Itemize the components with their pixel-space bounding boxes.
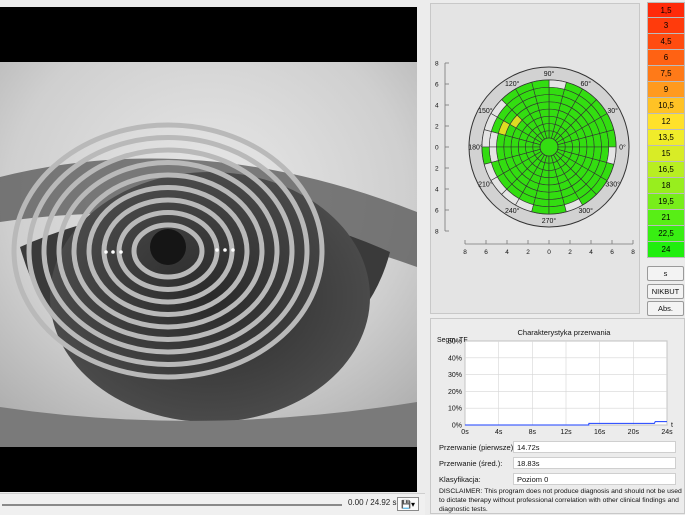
legend-item: 3 <box>647 18 685 34</box>
polar-angle-label: 90° <box>544 70 555 78</box>
polar-y-tick: 4 <box>435 103 439 110</box>
polar-angle-label: 240° <box>505 207 520 215</box>
polar-x-tick: 2 <box>568 249 572 256</box>
polar-x-tick: 6 <box>610 249 614 256</box>
polar-angle-label: 180° <box>468 144 483 152</box>
playback-bar: 0.00 / 24.92 s 💾▾ <box>0 493 425 515</box>
chart-x-tick: 4s <box>495 429 503 436</box>
chart-x-tick: 24s <box>661 429 673 436</box>
polar-y-tick: 4 <box>435 187 439 194</box>
polar-y-tick: 0 <box>435 145 439 152</box>
polar-angle-label: 0° <box>619 144 626 152</box>
polar-cell <box>510 136 520 148</box>
polar-angle-label: 330° <box>605 180 620 188</box>
polar-angle-label: 30° <box>607 107 618 115</box>
legend-item: 19,5 <box>647 194 685 210</box>
legend-item: 15 <box>647 146 685 162</box>
legend-item: 7,5 <box>647 66 685 82</box>
legend-item: 10,5 <box>647 98 685 114</box>
seek-slider[interactable] <box>2 504 342 506</box>
chart-x-tick: 16s <box>594 429 606 436</box>
color-legend: 1,5 3 4,5 6 7,5 9 10,5 12 13,5 15 16,5 18 19,5 21 22,5… <box>647 2 685 258</box>
polar-angle-label: 210° <box>478 180 493 188</box>
legend-item: 1,5 <box>647 2 685 18</box>
polar-angle-label: 150° <box>478 107 493 115</box>
chart-t-label: t <box>671 422 673 429</box>
legend-item: 6 <box>647 50 685 66</box>
polar-x-tick: 4 <box>505 249 509 256</box>
legend-item: 16,5 <box>647 162 685 178</box>
legend-item: 4,5 <box>647 34 685 50</box>
avg-breakup-label: Przerwanie (śred.): <box>439 459 503 468</box>
first-breakup-label: Przerwanie (pierwsze): <box>439 443 516 452</box>
polar-cell <box>578 146 588 158</box>
save-button[interactable]: 💾▾ <box>397 497 419 511</box>
polar-y-tick: 2 <box>435 124 439 131</box>
polar-y-tick: 6 <box>435 208 439 215</box>
nikbut-button[interactable]: NIKBUT <box>647 284 684 299</box>
polar-x-tick: 8 <box>463 249 467 256</box>
polar-y-tick: 8 <box>435 229 439 236</box>
chart-y-tick: 50% <box>448 339 462 346</box>
polar-map: 8 6 4 2 0 2 4 6 8 8 6 4 2 0 2 4 6 8 0° 30° 60° 90° 120° 150° 18… <box>435 61 635 257</box>
polar-y-tick: 8 <box>435 61 439 68</box>
polar-angle-label: 270° <box>542 217 557 225</box>
polar-angle-label: 120° <box>505 80 520 88</box>
chart-y-tick: 10% <box>448 406 462 413</box>
abs-button[interactable]: Abs. <box>647 301 684 316</box>
polar-y-tick: 6 <box>435 82 439 89</box>
breakup-chart: Charakterystyka przerwania Segm. TF t 50… <box>437 328 673 436</box>
chart-x-tick: 0s <box>461 429 469 436</box>
video-frame <box>0 7 417 492</box>
chart-y-tick: 20% <box>448 389 462 396</box>
legend-item: 12 <box>647 114 685 130</box>
time-display: 0.00 / 24.92 s <box>348 498 397 507</box>
polar-x-tick: 4 <box>589 249 593 256</box>
legend-item: 13,5 <box>647 130 685 146</box>
legend-item: 9 <box>647 82 685 98</box>
polar-angle-label: 60° <box>580 80 591 88</box>
polar-angle-label: 300° <box>579 207 594 215</box>
first-breakup-field[interactable]: 14.72s <box>513 441 676 453</box>
polar-x-tick: 6 <box>484 249 488 256</box>
legend-item: 24 <box>647 242 685 258</box>
legend-item: 22,5 <box>647 226 685 242</box>
polar-cell <box>548 108 560 118</box>
legend-item: 18 <box>647 178 685 194</box>
polar-x-tick: 0 <box>547 249 551 256</box>
s-button[interactable]: s <box>647 266 684 281</box>
classification-label: Klasyfikacja: <box>439 475 481 484</box>
classification-field[interactable]: Poziom 0 <box>513 473 676 485</box>
save-dropdown-icon: 💾▾ <box>401 500 415 509</box>
chart-x-tick: 8s <box>529 429 537 436</box>
avg-breakup-field[interactable]: 18.83s <box>513 457 676 469</box>
polar-y-tick: 2 <box>435 166 439 173</box>
polar-map-panel: 8 6 4 2 0 2 4 6 8 8 6 4 2 0 2 4 6 8 0° 30° 60° 90° 120° 150° 18… <box>430 3 640 314</box>
chart-x-tick: 12s <box>560 429 572 436</box>
polar-x-tick: 8 <box>631 249 635 256</box>
chart-title: Charakterystyka przerwania <box>518 328 612 337</box>
chart-y-tick: 30% <box>448 372 462 379</box>
legend-item: 21 <box>647 210 685 226</box>
eye-image <box>0 7 417 492</box>
polar-x-tick: 2 <box>526 249 530 256</box>
disclaimer-text: DISCLAIMER: This program does not produc… <box>439 488 682 513</box>
chart-y-tick: 40% <box>448 355 462 362</box>
polar-cell <box>538 176 550 186</box>
polar-center <box>539 137 559 157</box>
breakup-panel: Charakterystyka przerwania Segm. TF t 50… <box>430 318 685 514</box>
chart-x-tick: 20s <box>628 429 640 436</box>
